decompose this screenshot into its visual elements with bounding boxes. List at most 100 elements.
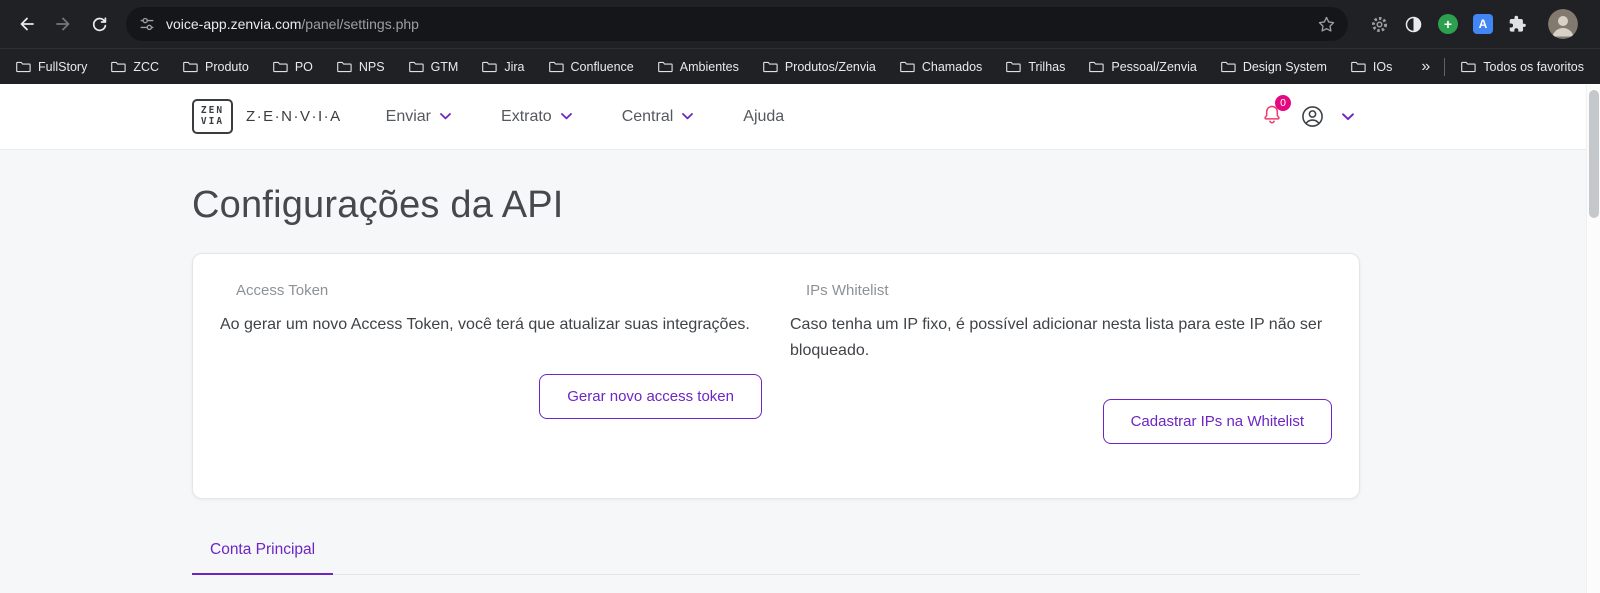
profile-avatar[interactable]	[1548, 9, 1578, 39]
bookmark-item[interactable]: Pessoal/Zenvia	[1089, 59, 1197, 74]
bookmark-item[interactable]: Jira	[482, 59, 525, 74]
folder-icon	[900, 60, 915, 73]
page-title: Configurações da API	[192, 184, 564, 226]
bookmark-label: FullStory	[38, 59, 88, 74]
register-ips-whitelist-button[interactable]: Cadastrar IPs na Whitelist	[1102, 399, 1332, 445]
forward-icon	[56, 17, 70, 31]
folder-icon	[273, 60, 288, 73]
bookmark-label: Produto	[205, 59, 249, 74]
bookmark-item[interactable]: FullStory	[16, 60, 87, 74]
all-bookmarks-folder[interactable]: Todos os favoritos	[1461, 60, 1584, 74]
scrollbar-thumb[interactable]	[1589, 90, 1599, 218]
bookmark-item[interactable]: Produtos/Zenvia	[763, 60, 876, 74]
reload-button[interactable]	[82, 7, 116, 41]
account-menu-chevron-icon[interactable]	[1342, 113, 1354, 121]
bookmark-item[interactable]: NPS	[337, 60, 385, 74]
nav-label: Extrato	[501, 107, 552, 125]
ips-whitelist-section: IPs Whitelist Caso tenha um IP fixo, é p…	[776, 282, 1359, 445]
logo-box-line1: ZEN	[200, 104, 225, 116]
chevron-down-icon	[440, 113, 451, 120]
notifications-button[interactable]: 0	[1261, 94, 1291, 131]
url-path: /panel/settings.php	[301, 16, 419, 32]
extensions-area: + A	[1358, 9, 1590, 39]
tab-conta-principal[interactable]: Conta Principal	[192, 541, 334, 576]
folder-icon	[111, 60, 126, 73]
ips-whitelist-label: IPs Whitelist	[806, 282, 889, 299]
zenvia-logo[interactable]: ZEN VIA Z·E·N·V·I·A	[192, 99, 342, 134]
bookmark-item[interactable]: ZCC	[111, 60, 159, 74]
folder-icon	[1461, 60, 1476, 73]
main-nav: Enviar Extrato Central Ajuda	[386, 108, 785, 126]
folder-icon	[1006, 60, 1021, 73]
bookmark-item[interactable]: Confluence	[549, 60, 634, 74]
avatar-photo	[1548, 9, 1578, 39]
bookmarks-separator	[1444, 57, 1446, 76]
bookmark-label: PO	[294, 59, 313, 74]
url-domain: voice-app.zenvia.com	[166, 16, 302, 32]
chevron-down-icon	[682, 113, 693, 120]
bookmark-label: NPS	[358, 59, 385, 74]
back-icon	[20, 17, 34, 31]
bookmark-item[interactable]: Produto	[183, 60, 249, 74]
folder-icon	[549, 60, 564, 73]
folder-icon	[763, 60, 778, 73]
nav-label: Enviar	[385, 107, 432, 125]
header-actions: 0	[1261, 94, 1354, 131]
access-token-description: Ao gerar um novo Access Token, você terá…	[220, 316, 750, 333]
bookmark-item[interactable]: IOs	[1351, 60, 1392, 74]
bookmark-label: Pessoal/Zenvia	[1111, 59, 1197, 74]
bookmark-item[interactable]: GTM	[409, 60, 458, 74]
generate-access-token-button[interactable]: Gerar novo access token	[539, 373, 762, 419]
bookmark-label: Design System	[1242, 59, 1327, 74]
bookmarks-bar: FullStory ZCC Produto PO NPS GTM Jira Co…	[0, 48, 1600, 84]
all-bookmarks-label: Todos os favoritos	[1483, 59, 1584, 74]
bookmark-star-icon[interactable]	[1317, 15, 1336, 34]
nav-item-central[interactable]: Central	[622, 108, 694, 126]
bookmark-item[interactable]: Trilhas	[1006, 60, 1065, 74]
access-token-label: Access Token	[236, 282, 329, 299]
url-text[interactable]: voice-app.zenvia.com/panel/settings.php	[166, 16, 1317, 32]
browser-toolbar: voice-app.zenvia.com/panel/settings.php …	[0, 0, 1600, 48]
folder-icon	[183, 60, 198, 73]
nav-label: Central	[621, 107, 674, 125]
chevron-down-icon	[561, 113, 572, 120]
folder-icon	[409, 60, 424, 73]
account-tabs: Conta Principal	[192, 541, 1360, 576]
extensions-puzzle-icon[interactable]	[1508, 15, 1527, 34]
contrast-icon[interactable]	[1404, 15, 1423, 34]
url-bar[interactable]: voice-app.zenvia.com/panel/settings.php	[126, 7, 1348, 41]
bookmark-label: Ambientes	[679, 59, 739, 74]
nav-label: Ajuda	[743, 107, 785, 125]
forward-button[interactable]	[46, 7, 80, 41]
translate-extension-icon[interactable]: A	[1473, 14, 1493, 34]
folder-icon	[658, 60, 673, 73]
gear-icon[interactable]	[1370, 15, 1389, 34]
nav-item-enviar[interactable]: Enviar	[386, 108, 451, 126]
notification-count-badge: 0	[1275, 94, 1291, 111]
bookmark-item[interactable]: PO	[273, 60, 313, 74]
bookmark-label: Jira	[504, 59, 525, 74]
folder-icon	[482, 60, 497, 73]
nav-item-ajuda[interactable]: Ajuda	[743, 108, 784, 126]
bookmark-item[interactable]: Design System	[1221, 60, 1327, 74]
bookmark-label: Produtos/Zenvia	[784, 59, 876, 74]
add-extension-icon[interactable]: +	[1438, 14, 1458, 34]
reload-icon	[92, 16, 106, 31]
bookmark-label: Chamados	[921, 59, 983, 74]
bookmark-label: Trilhas	[1028, 59, 1066, 74]
bookmark-label: IOs	[1372, 59, 1393, 74]
access-token-section: Access Token Ao gerar um novo Access Tok…	[193, 282, 776, 444]
settings-page: Configurações da API Access Token Ao ger…	[0, 184, 1600, 576]
back-button[interactable]	[10, 7, 44, 41]
api-settings-card: Access Token Ao gerar um novo Access Tok…	[192, 253, 1360, 500]
site-settings-icon[interactable]	[138, 15, 156, 33]
bookmark-item[interactable]: Chamados	[900, 60, 982, 74]
page-scrollbar[interactable]	[1586, 85, 1600, 593]
bookmarks-overflow-chevron[interactable]: »	[1421, 58, 1430, 76]
ips-whitelist-description: Caso tenha um IP fixo, é possível adicio…	[790, 316, 1323, 359]
logo-box-line2: VIA	[200, 115, 225, 127]
nav-item-extrato[interactable]: Extrato	[501, 108, 572, 126]
bookmark-item[interactable]: Ambientes	[658, 60, 739, 74]
folder-icon	[16, 60, 31, 73]
account-button[interactable]	[1300, 104, 1325, 129]
